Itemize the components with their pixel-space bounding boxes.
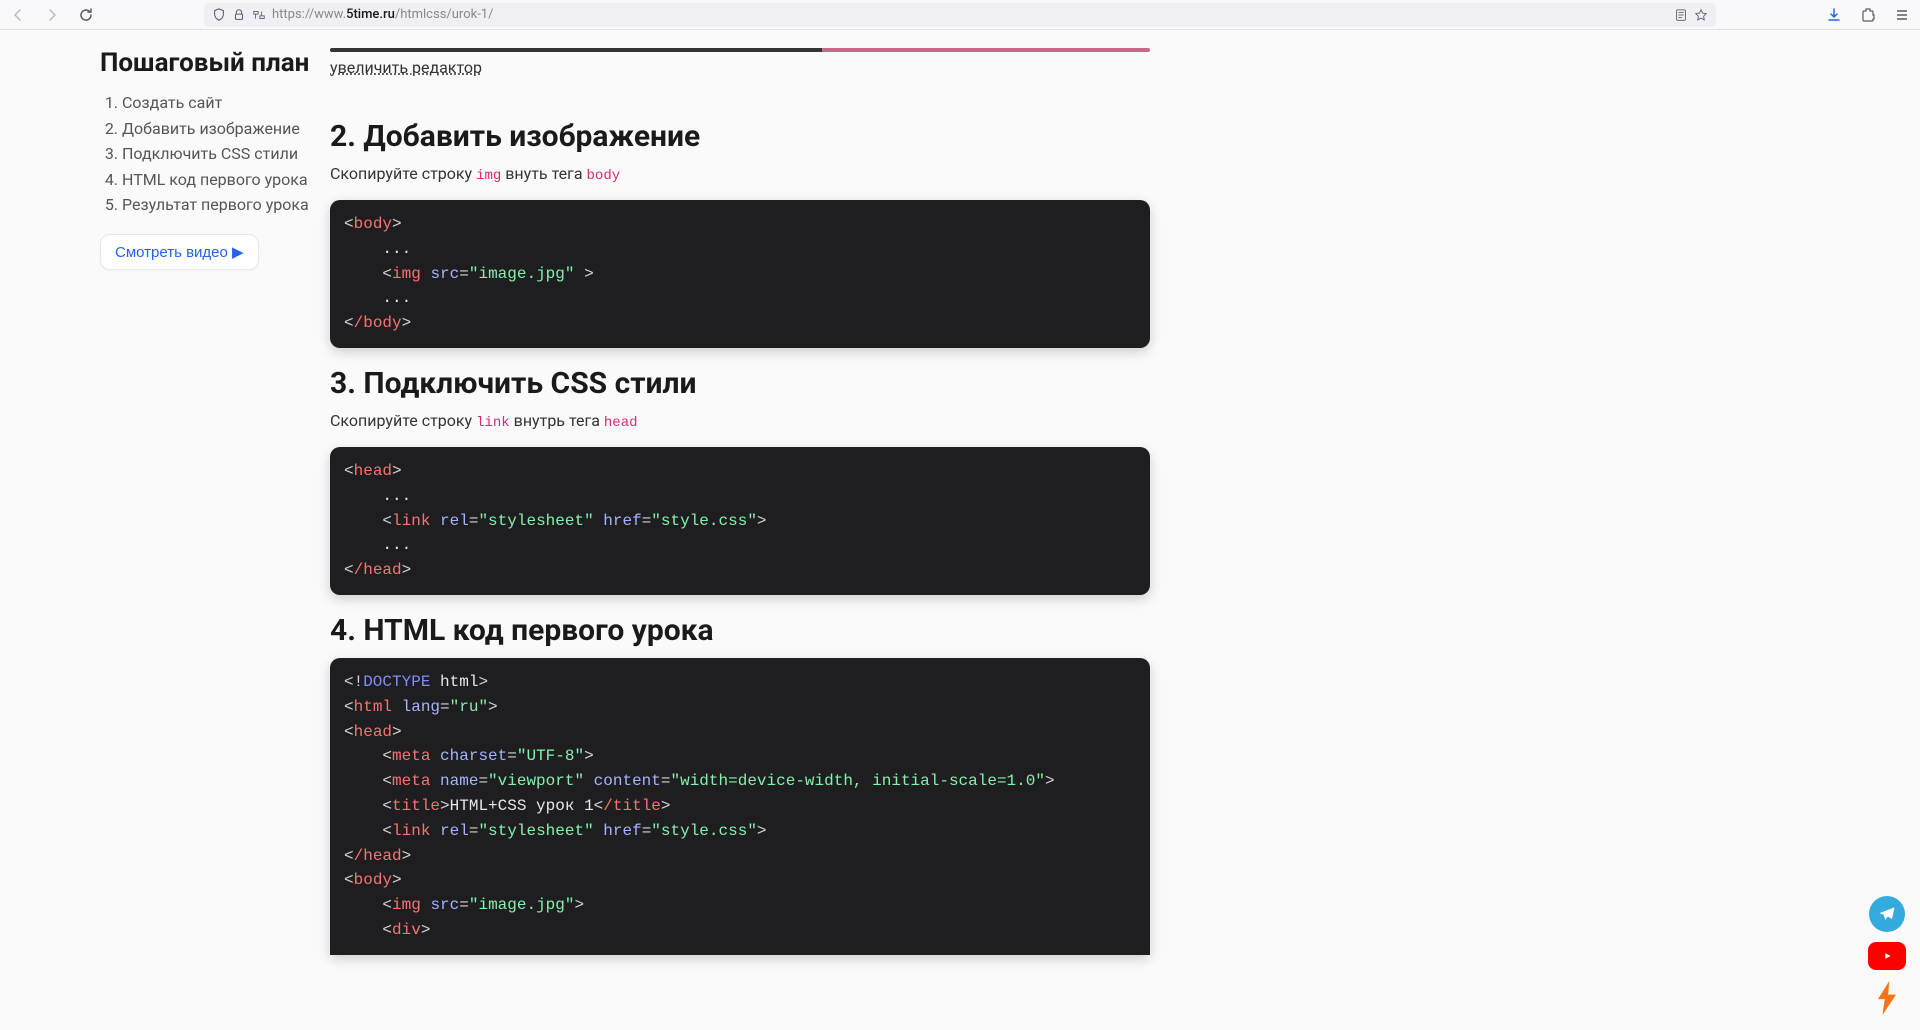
floating-social-icons (1868, 896, 1906, 1016)
watch-video-button[interactable]: Смотреть видео ▶ (100, 234, 259, 270)
enlarge-editor-link[interactable]: увеличить редактор (330, 58, 482, 77)
url-prefix: https://www. (272, 7, 346, 22)
permissions-icon (252, 8, 266, 22)
sidebar-item[interactable]: Создать сайт (122, 90, 310, 116)
inline-code-link: link (476, 415, 510, 431)
attr-name: name (440, 772, 478, 790)
menu-icon[interactable] (1894, 7, 1910, 23)
url-bar[interactable]: https://www.5time.ru/htmlcss/urok-1/ (204, 3, 1716, 27)
back-icon[interactable] (10, 7, 26, 23)
tag-head-close: /head (354, 561, 402, 579)
attr-src: src (430, 896, 459, 914)
youtube-icon[interactable] (1868, 942, 1906, 970)
ellipsis: ... (382, 289, 411, 307)
telegram-icon[interactable] (1869, 896, 1905, 932)
str-utf8: "UTF-8" (517, 747, 584, 765)
forward-icon[interactable] (44, 7, 60, 23)
section-2-heading: 2. Добавить изображение (330, 119, 1150, 154)
attr-src: src (430, 265, 459, 283)
desc-text: внутрь тега (510, 411, 604, 430)
str-stylecss: "style.css" (651, 512, 757, 530)
desc-text: внуть тега (501, 164, 586, 183)
nav-icons-group (10, 7, 94, 23)
str-viewport-content: "width=device-width, initial-scale=1.0" (671, 772, 1045, 790)
tag-link: link (392, 822, 430, 840)
url-security-icons (212, 8, 266, 22)
code-block-img: <body> ... <img src="image.jpg" > ... </… (330, 200, 1150, 348)
doctype-html: html (440, 673, 478, 691)
tag-html: html (354, 698, 392, 716)
bookmark-icon[interactable] (1694, 8, 1708, 22)
desc-text: Скопируйте строку (330, 411, 476, 430)
ellipsis: ... (382, 240, 411, 258)
download-icon[interactable] (1826, 7, 1842, 23)
ellipsis: ... (382, 487, 411, 505)
attr-lang: lang (402, 698, 440, 716)
code-block-full: <!DOCTYPE html> <html lang="ru"> <head> … (330, 658, 1150, 955)
bolt-icon[interactable] (1871, 980, 1903, 1016)
toolbar-right-icons (1826, 7, 1910, 23)
attr-rel: rel (440, 512, 469, 530)
attr-rel: rel (440, 822, 469, 840)
ellipsis: ... (382, 536, 411, 554)
tag-body: body (354, 215, 392, 233)
tag-img: img (392, 896, 421, 914)
str-stylesheet: "stylesheet" (478, 512, 593, 530)
title-text: HTML+CSS урок 1 (450, 797, 594, 815)
editor-preview-bar (330, 48, 1150, 52)
sidebar-title: Пошаговый план (100, 48, 310, 78)
reader-mode-icon[interactable] (1674, 8, 1688, 22)
page-container: Пошаговый план Создать сайт Добавить изо… (0, 30, 1920, 1030)
str-viewport: "viewport" (488, 772, 584, 790)
attr-href: href (603, 822, 641, 840)
attr-href: href (603, 512, 641, 530)
str-stylesheet: "stylesheet" (478, 822, 593, 840)
main-content: увеличить редактор 2. Добавить изображен… (330, 48, 1190, 1030)
tag-head: head (354, 723, 392, 741)
tag-head-close: /head (354, 847, 402, 865)
section-4-heading: 4. HTML код первого урока (330, 613, 1150, 648)
browser-toolbar: https://www.5time.ru/htmlcss/urok-1/ (0, 0, 1920, 30)
sidebar-item[interactable]: Подключить CSS стили (122, 141, 310, 167)
tag-img: img (392, 265, 421, 283)
tag-meta: meta (392, 772, 430, 790)
inline-code-body: body (587, 168, 621, 184)
str-ru: "ru" (450, 698, 488, 716)
section-3-desc: Скопируйте строку link внутрь тега head (330, 411, 1150, 431)
shield-icon (212, 8, 226, 22)
sidebar-plan-list: Создать сайт Добавить изображение Подклю… (100, 90, 310, 218)
url-path: /htmlcss/urok-1/ (395, 7, 494, 22)
sidebar-item[interactable]: HTML код первого урока (122, 167, 310, 193)
reload-icon[interactable] (78, 7, 94, 23)
lock-icon (232, 8, 246, 22)
url-domain: 5time.ru (346, 7, 395, 22)
tag-body: body (354, 871, 392, 889)
tag-body-close: /body (354, 314, 402, 332)
attr-charset: charset (440, 747, 507, 765)
tag-link: link (392, 512, 430, 530)
sidebar-item[interactable]: Добавить изображение (122, 116, 310, 142)
attr-content: content (594, 772, 661, 790)
str-image: "image.jpg" (469, 265, 575, 283)
desc-text: Скопируйте строку (330, 164, 476, 183)
sidebar: Пошаговый план Создать сайт Добавить изо… (0, 48, 330, 1030)
str-image: "image.jpg" (469, 896, 575, 914)
tag-div: div (392, 921, 421, 939)
code-block-link: <head> ... <link rel="stylesheet" href="… (330, 447, 1150, 595)
inline-code-img: img (476, 168, 501, 184)
tag-title: title (392, 797, 440, 815)
tag-meta: meta (392, 747, 430, 765)
section-3-heading: 3. Подключить CSS стили (330, 366, 1150, 401)
url-text: https://www.5time.ru/htmlcss/urok-1/ (272, 7, 1668, 22)
doctype: DOCTYPE (363, 673, 430, 691)
section-2-desc: Скопируйте строку img внуть тега body (330, 164, 1150, 184)
tag-title-close: /title (603, 797, 661, 815)
inline-code-head: head (604, 415, 638, 431)
str-stylecss: "style.css" (651, 822, 757, 840)
sidebar-item[interactable]: Результат первого урока (122, 192, 310, 218)
extensions-icon[interactable] (1860, 7, 1876, 23)
tag-head: head (354, 462, 392, 480)
